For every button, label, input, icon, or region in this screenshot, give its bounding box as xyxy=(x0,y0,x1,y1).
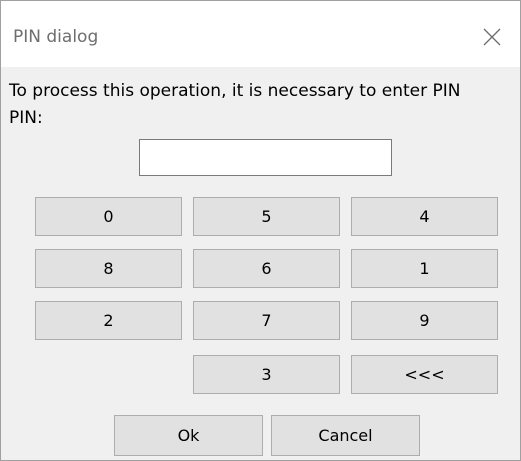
keypad-button-9[interactable]: 9 xyxy=(351,301,498,340)
pin-label: PIN: xyxy=(9,108,43,128)
keypad-button-7[interactable]: 7 xyxy=(193,301,340,340)
pin-dialog-window: PIN dialog To process this operation, it… xyxy=(0,0,521,461)
ok-button[interactable]: Ok xyxy=(114,415,263,456)
keypad-button-6[interactable]: 6 xyxy=(193,249,340,288)
keypad-button-8[interactable]: 8 xyxy=(35,249,182,288)
cancel-button[interactable]: Cancel xyxy=(271,415,420,456)
keypad-button-1[interactable]: 1 xyxy=(351,249,498,288)
keypad-button-5[interactable]: 5 xyxy=(193,197,340,236)
instruction-text: To process this operation, it is necessa… xyxy=(9,81,461,101)
keypad-button-2[interactable]: 2 xyxy=(35,301,182,340)
pin-input[interactable] xyxy=(139,139,392,176)
keypad-button-4[interactable]: 4 xyxy=(351,197,498,236)
backspace-button[interactable]: <<< xyxy=(351,355,498,394)
window-title: PIN dialog xyxy=(13,27,99,47)
keypad-button-3[interactable]: 3 xyxy=(193,355,340,394)
keypad-button-0[interactable]: 0 xyxy=(35,197,182,236)
close-icon[interactable] xyxy=(483,28,501,46)
title-bar: PIN dialog xyxy=(1,1,520,67)
